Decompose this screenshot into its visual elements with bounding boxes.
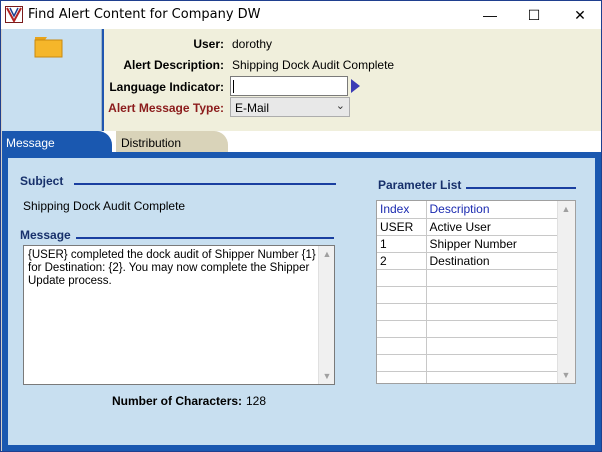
table-row[interactable]: USER Active User: [377, 218, 559, 236]
text-caret: [233, 80, 234, 93]
message-tab-panel: Subject Shipping Dock Audit Complete Mes…: [2, 152, 601, 451]
tab-strip: Message Distribution: [2, 131, 601, 153]
message-scrollbar[interactable]: ▲ ▼: [318, 246, 334, 384]
table-row-empty: [377, 354, 559, 372]
table-row-empty: [377, 337, 559, 355]
message-textarea[interactable]: {USER} completed the dock audit of Shipp…: [23, 245, 335, 385]
table-row-empty: [377, 320, 559, 338]
parameter-list-divider: [466, 187, 576, 189]
main-window: Find Alert Content for Company DW — ☐ ✕ …: [0, 0, 602, 452]
scroll-down-icon[interactable]: ▼: [558, 367, 574, 383]
alert-message-type-label: Alert Message Type:: [108, 101, 224, 115]
table-row-empty: [377, 286, 559, 304]
scroll-down-icon[interactable]: ▼: [319, 368, 335, 384]
table-cell: 1: [377, 235, 427, 253]
parameter-list-title: Parameter List: [378, 178, 462, 192]
table-header-row: Index Description: [377, 201, 559, 219]
alert-app-icon: [5, 6, 23, 23]
table-row-empty: [377, 371, 559, 383]
chevron-down-icon: ⌄: [335, 100, 345, 112]
window-title: Find Alert Content for Company DW: [28, 7, 261, 22]
table-row[interactable]: 2 Destination: [377, 252, 559, 270]
number-of-characters-label: Number of Characters:: [112, 394, 243, 408]
play-arrow-icon[interactable]: [351, 79, 360, 93]
user-value: dorothy: [232, 37, 273, 51]
message-divider: [76, 237, 334, 239]
table-cell: 2: [377, 252, 427, 270]
alert-description-label: Alert Description:: [123, 58, 224, 72]
scroll-up-icon[interactable]: ▲: [319, 246, 335, 262]
number-of-characters-value: 128: [246, 394, 267, 408]
table-cell: Active User: [426, 218, 559, 236]
alert-message-type-select[interactable]: E-Mail ⌄: [230, 97, 350, 117]
subject-divider: [74, 183, 336, 185]
close-button[interactable]: ✕: [557, 1, 602, 29]
maximize-button[interactable]: ☐: [511, 1, 557, 29]
alert-description-value: Shipping Dock Audit Complete: [232, 58, 395, 72]
message-section-title: Message: [20, 228, 71, 242]
language-indicator-input[interactable]: [230, 76, 348, 96]
column-header-index[interactable]: Index: [377, 201, 427, 219]
scroll-up-icon[interactable]: ▲: [558, 201, 574, 217]
table-row[interactable]: 1 Shipper Number: [377, 235, 559, 253]
message-text: {USER} completed the dock audit of Shipp…: [28, 249, 316, 287]
tab-message[interactable]: Message: [2, 131, 112, 153]
alert-message-type-value: E-Mail: [235, 101, 270, 115]
left-icon-pane: [2, 29, 102, 131]
user-label: User:: [193, 37, 224, 51]
subject-section-title: Subject: [20, 174, 64, 188]
title-bar[interactable]: Find Alert Content for Company DW — ☐ ✕: [1, 1, 601, 29]
tab-distribution[interactable]: Distribution: [116, 131, 228, 153]
language-indicator-label: Language Indicator:: [109, 80, 224, 94]
table-row-empty: [377, 269, 559, 287]
table-row-empty: [377, 303, 559, 321]
minimize-button[interactable]: —: [467, 1, 513, 29]
parameter-table: Index Description USER Active User 1 Shi…: [377, 201, 559, 383]
table-cell: Shipper Number: [426, 235, 559, 253]
subject-value: Shipping Dock Audit Complete: [23, 199, 186, 213]
table-cell: USER: [377, 218, 427, 236]
alert-header-panel: User: dorothy Alert Description: Shippin…: [102, 29, 601, 131]
column-header-description[interactable]: Description: [426, 201, 559, 219]
table-cell: Destination: [426, 252, 559, 270]
folder-icon[interactable]: [34, 36, 64, 58]
parameter-list-grid[interactable]: Index Description USER Active User 1 Shi…: [376, 200, 576, 384]
parameter-list-scrollbar[interactable]: ▲ ▼: [557, 201, 575, 383]
